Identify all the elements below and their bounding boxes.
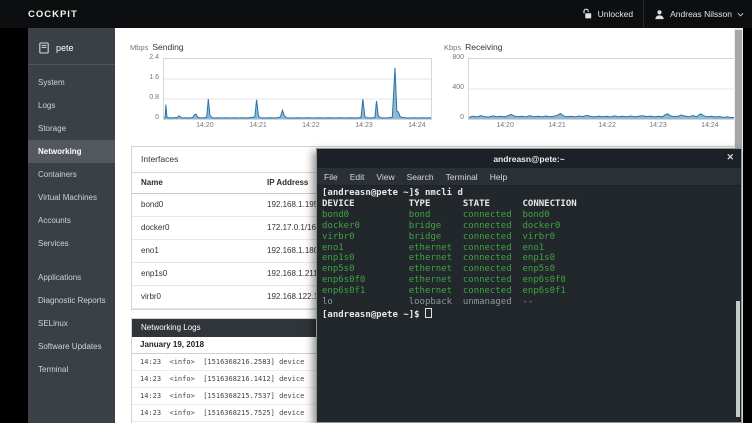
left-edge — [0, 28, 28, 423]
terminal-menu-file[interactable]: File — [324, 172, 338, 182]
sidebar-nav-tools: ApplicationsDiagnostic ReportsSELinuxSof… — [28, 266, 115, 381]
chevron-down-icon — [737, 12, 744, 17]
y-axis-tick: 0 — [444, 114, 464, 121]
sidebar-item-networking[interactable]: Networking — [28, 140, 115, 163]
terminal-titlebar[interactable]: andreasn@pete:~ ✕ — [317, 149, 741, 168]
unlocked-indicator[interactable]: Unlocked — [581, 0, 633, 28]
sidebar-divider — [28, 64, 115, 65]
close-icon[interactable]: ✕ — [726, 152, 734, 163]
terminal-prompt-line: [andreasn@pete ~]$ — [322, 308, 741, 321]
sending-chart: MbpsSending 0 0.8 1.6 2.4 14:20 14:21 14:22 14:… — [128, 42, 428, 137]
y-axis-tick: 400 — [444, 84, 464, 91]
sending-chart-title: MbpsSending — [130, 42, 184, 52]
receiving-chart: KbpsReceiving 0 400 800 14:20 14:21 14:22 14:2… — [442, 42, 742, 137]
y-axis-tick: 2.4 — [139, 54, 159, 61]
unlocked-label: Unlocked — [598, 9, 633, 19]
terminal-window: andreasn@pete:~ ✕ File Edit View Search Term… — [316, 148, 742, 423]
sidebar-item-containers[interactable]: Containers — [28, 163, 115, 186]
unlock-icon — [581, 8, 593, 20]
receiving-unit-label: Kbps — [444, 43, 461, 52]
terminal-prompt-line: [andreasn@pete ~]$ nmcli d — [322, 188, 741, 199]
x-axis-tick: 14:23 — [644, 122, 672, 129]
receiving-chart-title: KbpsReceiving — [444, 42, 502, 52]
topbar-controls: Unlocked Andreas Nilsson — [581, 0, 744, 28]
terminal-device-row: enp5s0 ethernet connected enp5s0 — [322, 264, 741, 275]
sending-unit-label: Mbps — [130, 43, 148, 52]
receiving-plot-area — [468, 58, 735, 120]
sidebar-item-logs[interactable]: Logs — [28, 94, 115, 117]
x-axis-tick: 14:23 — [350, 122, 378, 129]
x-axis-tick: 14:22 — [297, 122, 325, 129]
terminal-menubar: File Edit View Search Terminal Help — [317, 168, 741, 186]
sidebar-item-virtual-machines[interactable]: Virtual Machines — [28, 186, 115, 209]
server-icon — [38, 42, 50, 54]
terminal-device-row: enp6s0f0 ethernet connected enp6s0f0 — [322, 275, 741, 286]
sidebar-item-software-updates[interactable]: Software Updates — [28, 335, 115, 358]
x-axis-tick: 14:21 — [244, 122, 272, 129]
terminal-menu-edit[interactable]: Edit — [350, 172, 365, 182]
user-menu[interactable]: Andreas Nilsson — [654, 0, 744, 28]
interface-name: virbr0 — [132, 286, 267, 308]
terminal-device-row: virbr0 bridge connected virbr0 — [322, 232, 741, 243]
interface-name: eno1 — [132, 240, 267, 262]
topbar: COCKPIT Unlocked Andreas Nilsson — [0, 0, 752, 28]
terminal-device-row: eno1 ethernet connected eno1 — [322, 243, 741, 254]
terminal-device-row: bond0 bond connected bond0 — [322, 210, 741, 221]
page-scrollbar-thumb[interactable] — [735, 30, 742, 148]
sidebar-item-accounts[interactable]: Accounts — [28, 209, 115, 232]
sidebar-gap — [28, 255, 115, 266]
sidebar-item-terminal[interactable]: Terminal — [28, 358, 115, 381]
terminal-cursor — [425, 308, 432, 318]
sidebar-item-applications[interactable]: Applications — [28, 266, 115, 289]
sidebar-item-services[interactable]: Services — [28, 232, 115, 255]
host-selector[interactable]: pete — [28, 28, 115, 64]
interface-name: docker0 — [132, 217, 267, 239]
terminal-menu-terminal[interactable]: Terminal — [446, 172, 478, 182]
terminal-menu-search[interactable]: Search — [407, 172, 434, 182]
sidebar-item-diagnostic-reports[interactable]: Diagnostic Reports — [28, 289, 115, 312]
y-axis-tick: 0 — [139, 114, 159, 121]
user-name: Andreas Nilsson — [670, 9, 732, 19]
terminal-device-row: enp1s0 ethernet connected enp1s0 — [322, 253, 741, 264]
x-axis-tick: 14:21 — [543, 122, 571, 129]
terminal-screen[interactable]: [andreasn@pete ~]$ nmcli dDEVICE TYPE ST… — [317, 186, 741, 422]
terminal-device-row: lo loopback unmanaged -- — [322, 297, 741, 308]
terminal-scrollbar-thumb[interactable] — [736, 301, 740, 417]
terminal-menu-view[interactable]: View — [376, 172, 394, 182]
terminal-device-row: docker0 bridge connected docker0 — [322, 221, 741, 232]
y-axis-tick: 0.8 — [139, 94, 159, 101]
terminal-device-row: enp6s0f1 ethernet connected enp6s0f1 — [322, 286, 741, 297]
host-name: pete — [56, 43, 74, 53]
y-axis-tick: 1.6 — [139, 74, 159, 81]
terminal-title: andreasn@pete:~ — [493, 154, 564, 164]
cockpit-brand[interactable]: COCKPIT — [28, 9, 78, 20]
user-icon — [654, 9, 665, 20]
interface-name: bond0 — [132, 194, 267, 216]
x-axis-tick: 14:22 — [593, 122, 621, 129]
sending-plot-area — [163, 58, 432, 120]
y-axis-tick: 800 — [444, 54, 464, 61]
x-axis-tick: 14:20 — [491, 122, 519, 129]
screen: COCKPIT Unlocked Andreas Nilsson — [0, 0, 752, 423]
sidebar-item-system[interactable]: System — [28, 71, 115, 94]
terminal-menu-help[interactable]: Help — [490, 172, 507, 182]
right-edge — [743, 28, 752, 423]
interfaces-col-name: Name — [132, 173, 267, 193]
x-axis-tick: 14:20 — [191, 122, 219, 129]
x-axis-tick: 14:24 — [403, 122, 431, 129]
sidebar-item-selinux[interactable]: SELinux — [28, 312, 115, 335]
interface-name: enp1s0 — [132, 263, 267, 285]
sidebar-item-storage[interactable]: Storage — [28, 117, 115, 140]
sidebar-nav-primary: SystemLogsStorageNetworkingContainersVir… — [28, 71, 115, 255]
x-axis-tick: 14:24 — [696, 122, 724, 129]
topbar-divider — [643, 0, 644, 28]
sidebar: pete SystemLogsStorageNetworkingContaine… — [28, 28, 115, 423]
terminal-table-header: DEVICE TYPE STATE CONNECTION — [322, 199, 741, 210]
